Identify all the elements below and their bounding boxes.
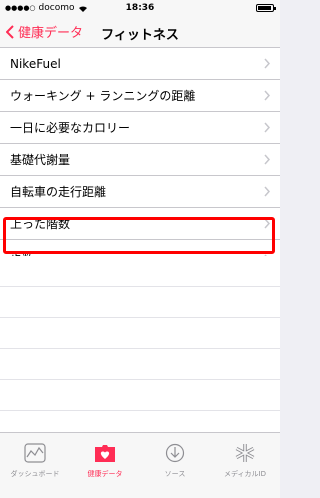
list-item-label: 自転車の走行距離 bbox=[10, 185, 107, 199]
tab-dashboard[interactable]: ダッシュボード bbox=[0, 433, 70, 498]
chevron-right-icon bbox=[264, 122, 270, 133]
status-bar: ●●●●○ docomo 18:36 bbox=[0, 0, 280, 16]
tab-health-data[interactable]: 健康データ bbox=[70, 433, 140, 498]
list-item-label: ウォーキング + ランニングの距離 bbox=[10, 89, 196, 103]
tab-sources[interactable]: ソース bbox=[140, 433, 210, 498]
list-item-label: 基礎代謝量 bbox=[10, 153, 71, 167]
tab-bar: ダッシュボード 健康データ ソース メディカルID bbox=[0, 432, 280, 498]
list-item-label: NikeFuel bbox=[10, 56, 61, 71]
battery-icon bbox=[256, 4, 276, 12]
health-data-icon bbox=[95, 445, 115, 462]
list-item-label: 一日に必要なカロリー bbox=[10, 121, 131, 135]
chevron-right-icon bbox=[264, 154, 270, 165]
chevron-right-icon bbox=[264, 58, 270, 69]
tab-label: メディカルID bbox=[224, 470, 266, 478]
list-item-cycling-distance[interactable]: 自転車の走行距離 bbox=[0, 176, 280, 208]
status-time: 18:36 bbox=[125, 3, 155, 13]
tab-label: ダッシュボード bbox=[10, 470, 60, 478]
chevron-right-icon bbox=[264, 186, 270, 197]
empty-list-area bbox=[0, 256, 280, 432]
page-title: フィットネス bbox=[101, 28, 179, 43]
list-item-label: 上った階数 bbox=[10, 217, 71, 231]
list-item-flights-climbed[interactable]: 上った階数 bbox=[0, 208, 280, 240]
list-item-nikefuel[interactable]: NikeFuel bbox=[0, 48, 280, 80]
tab-label: 健康データ bbox=[87, 470, 123, 478]
list-item-active-calories[interactable]: 一日に必要なカロリー bbox=[0, 112, 280, 144]
medical-id-icon bbox=[235, 444, 255, 462]
list-item-walking-running-distance[interactable]: ウォーキング + ランニングの距離 bbox=[0, 80, 280, 112]
fitness-list: NikeFuel ウォーキング + ランニングの距離 一日に必要なカロリー 基礎… bbox=[0, 48, 280, 280]
chevron-right-icon bbox=[264, 218, 270, 229]
sources-icon bbox=[165, 443, 185, 463]
dashboard-icon bbox=[24, 443, 46, 463]
tab-label: ソース bbox=[164, 470, 186, 478]
chevron-right-icon bbox=[264, 90, 270, 101]
tab-medical-id[interactable]: メディカルID bbox=[210, 433, 280, 498]
list-item-basal-energy[interactable]: 基礎代謝量 bbox=[0, 144, 280, 176]
navigation-bar: 健康データ フィットネス bbox=[0, 16, 280, 48]
